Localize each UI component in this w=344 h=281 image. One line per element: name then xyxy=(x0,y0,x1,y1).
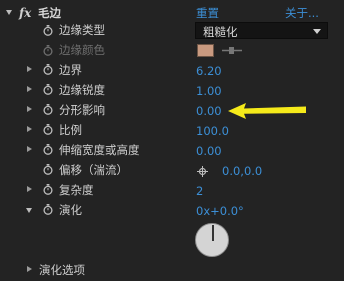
twirl-open-icon[interactable] xyxy=(26,208,32,213)
stopwatch-icon[interactable] xyxy=(43,25,53,36)
dial-needle xyxy=(212,225,214,241)
twirl-closed-icon[interactable] xyxy=(27,126,32,132)
edge-sharpness-value[interactable]: 1.00 xyxy=(196,84,222,98)
stopwatch-icon[interactable] xyxy=(43,84,53,95)
twirl-closed-icon[interactable] xyxy=(27,186,32,192)
stopwatch-icon[interactable] xyxy=(43,124,53,135)
twirl-closed-icon[interactable] xyxy=(27,86,32,92)
property-label-scale: 比例 xyxy=(59,123,82,137)
edge-type-dropdown[interactable]: 粗糙化 xyxy=(195,22,328,39)
twirl-closed-icon[interactable] xyxy=(27,266,32,272)
property-label-fractal-influence: 分形影响 xyxy=(59,103,105,117)
annotation-arrow-icon xyxy=(228,103,306,119)
twirl-closed-icon[interactable] xyxy=(27,66,32,72)
fractal-influence-value[interactable]: 0.00 xyxy=(196,104,222,118)
stopwatch-icon[interactable] xyxy=(43,184,53,195)
chevron-down-icon xyxy=(313,29,321,34)
offset-turbulence-value[interactable]: 0.0,0.0 xyxy=(222,164,262,178)
evolution-value[interactable]: 0x+0.0° xyxy=(196,204,244,218)
stopwatch-icon[interactable] xyxy=(43,45,53,56)
reset-link[interactable]: 重置 xyxy=(196,5,219,21)
property-label-edge-sharpness: 边缘锐度 xyxy=(59,83,105,97)
eyedropper-icon[interactable] xyxy=(222,46,242,55)
twirl-closed-icon[interactable] xyxy=(27,106,32,112)
twirl-closed-icon[interactable] xyxy=(27,146,32,152)
border-value[interactable]: 6.20 xyxy=(196,64,222,78)
stopwatch-icon[interactable] xyxy=(43,144,53,155)
stopwatch-icon[interactable] xyxy=(43,104,53,115)
about-link[interactable]: 关于... xyxy=(285,5,319,21)
fx-toggle[interactable]: fx xyxy=(19,6,31,20)
stopwatch-icon[interactable] xyxy=(43,164,53,175)
property-label-stretch: 伸缩宽度或高度 xyxy=(59,143,140,157)
effect-controls-panel: fx 毛边 重置 关于... 边缘类型 粗糙化 边缘颜色 边界 6.20 边缘锐… xyxy=(0,0,344,281)
property-label-edge-color: 边缘颜色 xyxy=(59,43,105,57)
twirl-open-icon[interactable] xyxy=(6,10,12,15)
property-label-offset-turbulence: 偏移（湍流） xyxy=(59,163,128,177)
property-label-border: 边界 xyxy=(59,63,82,77)
scale-value[interactable]: 100.0 xyxy=(196,124,229,138)
evolution-options-label[interactable]: 演化选项 xyxy=(39,262,85,278)
effect-name: 毛边 xyxy=(38,6,61,20)
complexity-value[interactable]: 2 xyxy=(196,184,203,198)
property-label-evolution: 演化 xyxy=(59,203,82,217)
crosshair-icon[interactable] xyxy=(197,166,208,177)
property-label-edge-type: 边缘类型 xyxy=(59,23,105,37)
edge-color-swatch[interactable] xyxy=(197,44,214,57)
evolution-angle-dial[interactable] xyxy=(195,223,229,257)
stretch-value[interactable]: 0.00 xyxy=(196,144,222,158)
property-label-complexity: 复杂度 xyxy=(59,183,94,197)
edge-type-value: 粗糙化 xyxy=(203,25,238,39)
stopwatch-icon[interactable] xyxy=(43,64,53,75)
stopwatch-icon[interactable] xyxy=(43,204,53,215)
